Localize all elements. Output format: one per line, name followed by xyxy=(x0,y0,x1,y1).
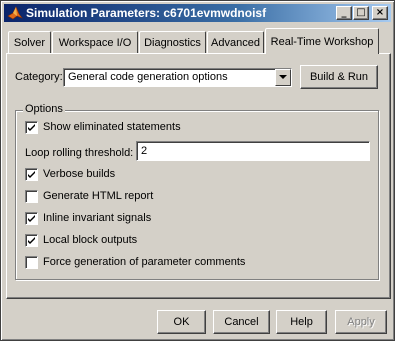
tab-advanced[interactable]: Advanced xyxy=(207,31,264,53)
tab-label: Workspace I/O xyxy=(58,36,132,49)
help-label: Help xyxy=(290,316,313,328)
category-selected-value: General code generation options xyxy=(68,71,228,83)
local-block-label: Local block outputs xyxy=(43,234,138,246)
maximize-button[interactable]: □ xyxy=(353,6,369,20)
maximize-icon: □ xyxy=(356,7,366,18)
cancel-label: Cancel xyxy=(224,316,259,328)
force-param-comments-checkbox[interactable] xyxy=(25,256,38,269)
show-eliminated-checkbox[interactable] xyxy=(25,121,38,134)
ok-button[interactable]: OK xyxy=(157,310,206,334)
category-dropdown[interactable]: General code generation options xyxy=(63,68,292,87)
verbose-builds-label: Verbose builds xyxy=(43,168,116,180)
chevron-down-icon xyxy=(279,75,287,79)
tab-label: Real-Time Workshop xyxy=(270,35,374,48)
html-report-checkbox[interactable] xyxy=(25,190,38,203)
options-group-title: Options xyxy=(23,103,65,115)
help-button[interactable]: Help xyxy=(276,310,327,334)
dialog-window: Simulation Parameters: c6701evmwdnoisf _… xyxy=(0,0,395,341)
verbose-builds-checkbox[interactable] xyxy=(25,168,38,181)
close-icon: × xyxy=(375,7,385,18)
cancel-button[interactable]: Cancel xyxy=(213,310,270,334)
force-param-comments-label: Force generation of parameter comments xyxy=(43,256,246,268)
close-button[interactable]: × xyxy=(372,6,388,20)
ok-label: OK xyxy=(173,316,190,328)
tab-label: Diagnostics xyxy=(144,36,201,49)
matlab-logo-icon xyxy=(7,5,23,21)
html-report-label: Generate HTML report xyxy=(43,190,154,202)
dropdown-arrow-button[interactable] xyxy=(275,69,291,86)
inline-invariant-checkbox[interactable] xyxy=(25,212,38,225)
tab-solver[interactable]: Solver xyxy=(8,31,51,53)
tab-real-time-workshop[interactable]: Real-Time Workshop xyxy=(265,28,379,54)
tab-workspace-io[interactable]: Workspace I/O xyxy=(52,31,138,53)
category-label: Category: xyxy=(15,71,63,83)
checkmark-icon xyxy=(28,124,35,131)
checkmark-icon xyxy=(28,237,35,244)
build-run-button[interactable]: Build & Run xyxy=(300,65,378,89)
loop-rolling-label: Loop rolling threshold: xyxy=(25,147,134,159)
apply-button[interactable]: Apply xyxy=(335,310,387,334)
local-block-checkbox[interactable] xyxy=(25,234,38,247)
apply-label: Apply xyxy=(347,316,375,328)
title-bar[interactable]: Simulation Parameters: c6701evmwdnoisf _… xyxy=(4,4,391,22)
tab-label: Advanced xyxy=(211,36,260,49)
window-title: Simulation Parameters: c6701evmwdnoisf xyxy=(26,6,267,20)
tab-diagnostics[interactable]: Diagnostics xyxy=(139,31,206,53)
build-run-label: Build & Run xyxy=(309,71,369,83)
minimize-button[interactable]: _ xyxy=(336,6,352,20)
checkmark-icon xyxy=(28,215,35,222)
inline-invariant-label: Inline invariant signals xyxy=(43,212,152,224)
checkmark-icon xyxy=(28,171,35,178)
loop-rolling-input[interactable] xyxy=(136,141,370,161)
tab-label: Solver xyxy=(13,36,46,49)
show-eliminated-label: Show eliminated statements xyxy=(43,121,181,133)
minimize-icon: _ xyxy=(341,7,347,18)
